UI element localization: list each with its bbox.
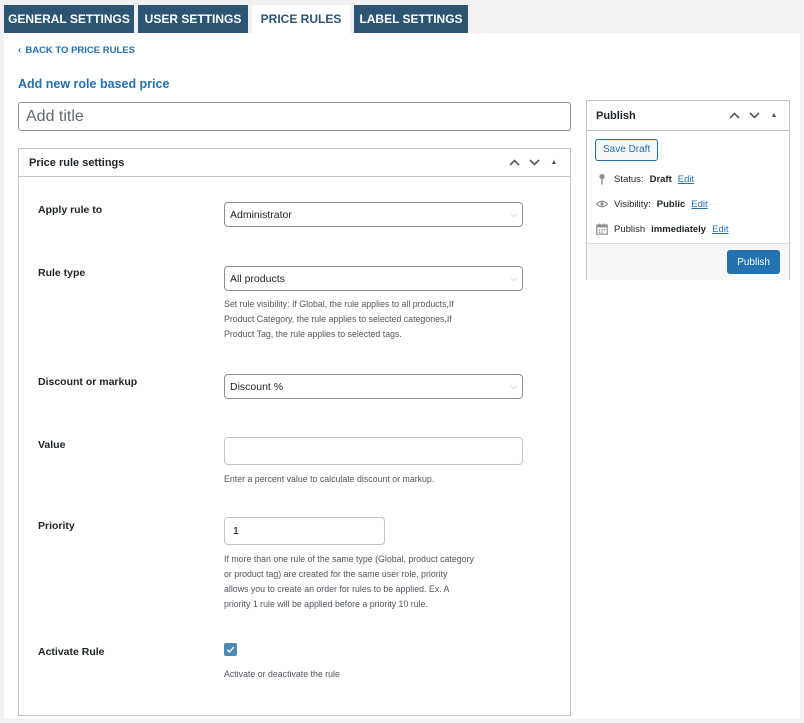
publish-time-value: immediately bbox=[651, 223, 707, 235]
apply-rule-value: Administrator bbox=[230, 208, 292, 221]
postbox-handles: ▲ bbox=[508, 157, 560, 169]
visibility-value: Public bbox=[656, 198, 686, 210]
help-line: Product Tag, the rule applies to selecte… bbox=[224, 329, 402, 339]
calendar-icon bbox=[596, 223, 608, 235]
value-label: Value bbox=[38, 439, 66, 451]
tab-label-settings[interactable]: LABEL SETTINGS bbox=[354, 5, 468, 33]
collapse-toggle-icon[interactable]: ▲ bbox=[548, 157, 560, 169]
visibility-row: Visibility: Public Edit bbox=[596, 198, 708, 210]
value-input[interactable] bbox=[224, 437, 523, 465]
publish-time-prefix: Publish bbox=[614, 223, 646, 235]
apply-rule-label: Apply rule to bbox=[38, 204, 103, 216]
tab-price-rules[interactable]: PRICE RULES bbox=[252, 5, 350, 33]
postbox-header: Price rule settings ▲ bbox=[19, 149, 570, 177]
page-title: Add new role based price bbox=[18, 77, 170, 91]
title-input[interactable] bbox=[18, 102, 571, 131]
move-down-icon[interactable] bbox=[528, 157, 540, 169]
move-up-icon[interactable] bbox=[728, 110, 740, 122]
priority-label: Priority bbox=[38, 520, 75, 532]
back-link-label: BACK TO PRICE RULES bbox=[25, 45, 135, 56]
publish-handles: ▲ bbox=[728, 110, 780, 122]
discount-select[interactable]: Discount % ⌵ bbox=[224, 374, 523, 399]
tab-user-settings[interactable]: USER SETTINGS bbox=[138, 5, 248, 33]
priority-input[interactable] bbox=[224, 517, 385, 545]
tab-general-settings[interactable]: GENERAL SETTINGS bbox=[4, 5, 134, 33]
publish-box: Publish ▲ Save Draft Status: Draft Edit bbox=[586, 100, 790, 280]
help-line: Set rule visibility: If Global, the rule… bbox=[224, 299, 454, 309]
status-value: Draft bbox=[649, 173, 672, 185]
publish-footer: Publish bbox=[587, 243, 789, 280]
move-up-icon[interactable] bbox=[508, 157, 520, 169]
rule-type-help: Set rule visibility: If Global, the rule… bbox=[224, 297, 454, 342]
discount-label: Discount or markup bbox=[38, 376, 138, 388]
edit-status-link[interactable]: Edit bbox=[678, 174, 694, 185]
publish-title: Publish bbox=[596, 109, 636, 122]
help-line: If more than one rule of the same type (… bbox=[224, 554, 474, 564]
activate-rule-checkbox[interactable] bbox=[224, 643, 237, 656]
publish-time-row: Publish immediately Edit bbox=[596, 223, 728, 235]
discount-value: Discount % bbox=[230, 380, 284, 393]
help-line: or product tag) are created for the same… bbox=[224, 569, 448, 579]
settings-tabs: GENERAL SETTINGS USER SETTINGS PRICE RUL… bbox=[4, 5, 472, 33]
apply-rule-select[interactable]: Administrator ⌵ bbox=[224, 202, 523, 227]
publish-button[interactable]: Publish bbox=[727, 250, 780, 274]
priority-help: If more than one rule of the same type (… bbox=[224, 552, 474, 612]
help-line: priority 1 rule will be applied before a… bbox=[224, 599, 428, 609]
help-line: allows you to create an order for rules … bbox=[224, 584, 450, 594]
chevron-down-icon: ⌵ bbox=[510, 381, 517, 391]
activate-rule-label: Activate Rule bbox=[38, 646, 105, 658]
publish-header: Publish ▲ bbox=[587, 101, 789, 131]
rule-type-value: All products bbox=[230, 272, 285, 285]
collapse-toggle-icon[interactable]: ▲ bbox=[768, 110, 780, 122]
visibility-prefix: Visibility: bbox=[614, 198, 651, 210]
move-down-icon[interactable] bbox=[748, 110, 760, 122]
chevron-down-icon: ⌵ bbox=[510, 273, 517, 283]
price-rule-settings-box: Price rule settings ▲ Apply rule to Admi… bbox=[18, 148, 571, 716]
value-help: Enter a percent value to calculate disco… bbox=[224, 474, 435, 484]
status-row: Status: Draft Edit bbox=[596, 173, 694, 185]
checkmark-icon bbox=[226, 646, 235, 653]
content-panel: ‹ BACK TO PRICE RULES Add new role based… bbox=[4, 33, 800, 719]
pin-icon bbox=[596, 173, 608, 185]
rule-type-select[interactable]: All products ⌵ bbox=[224, 266, 523, 291]
edit-visibility-link[interactable]: Edit bbox=[691, 199, 707, 210]
edit-publish-time-link[interactable]: Edit bbox=[712, 224, 728, 235]
chevron-down-icon: ⌵ bbox=[510, 209, 517, 219]
status-prefix: Status: bbox=[614, 173, 644, 185]
postbox-title: Price rule settings bbox=[29, 156, 125, 169]
activate-rule-help: Activate or deactivate the rule bbox=[224, 669, 340, 679]
chevron-left-icon: ‹ bbox=[18, 45, 22, 56]
save-draft-button[interactable]: Save Draft bbox=[595, 139, 659, 161]
help-line: Product Category, the rule applies to se… bbox=[224, 314, 452, 324]
eye-icon bbox=[596, 198, 608, 210]
rule-type-label: Rule type bbox=[38, 267, 86, 279]
back-to-price-rules-link[interactable]: ‹ BACK TO PRICE RULES bbox=[18, 45, 135, 56]
